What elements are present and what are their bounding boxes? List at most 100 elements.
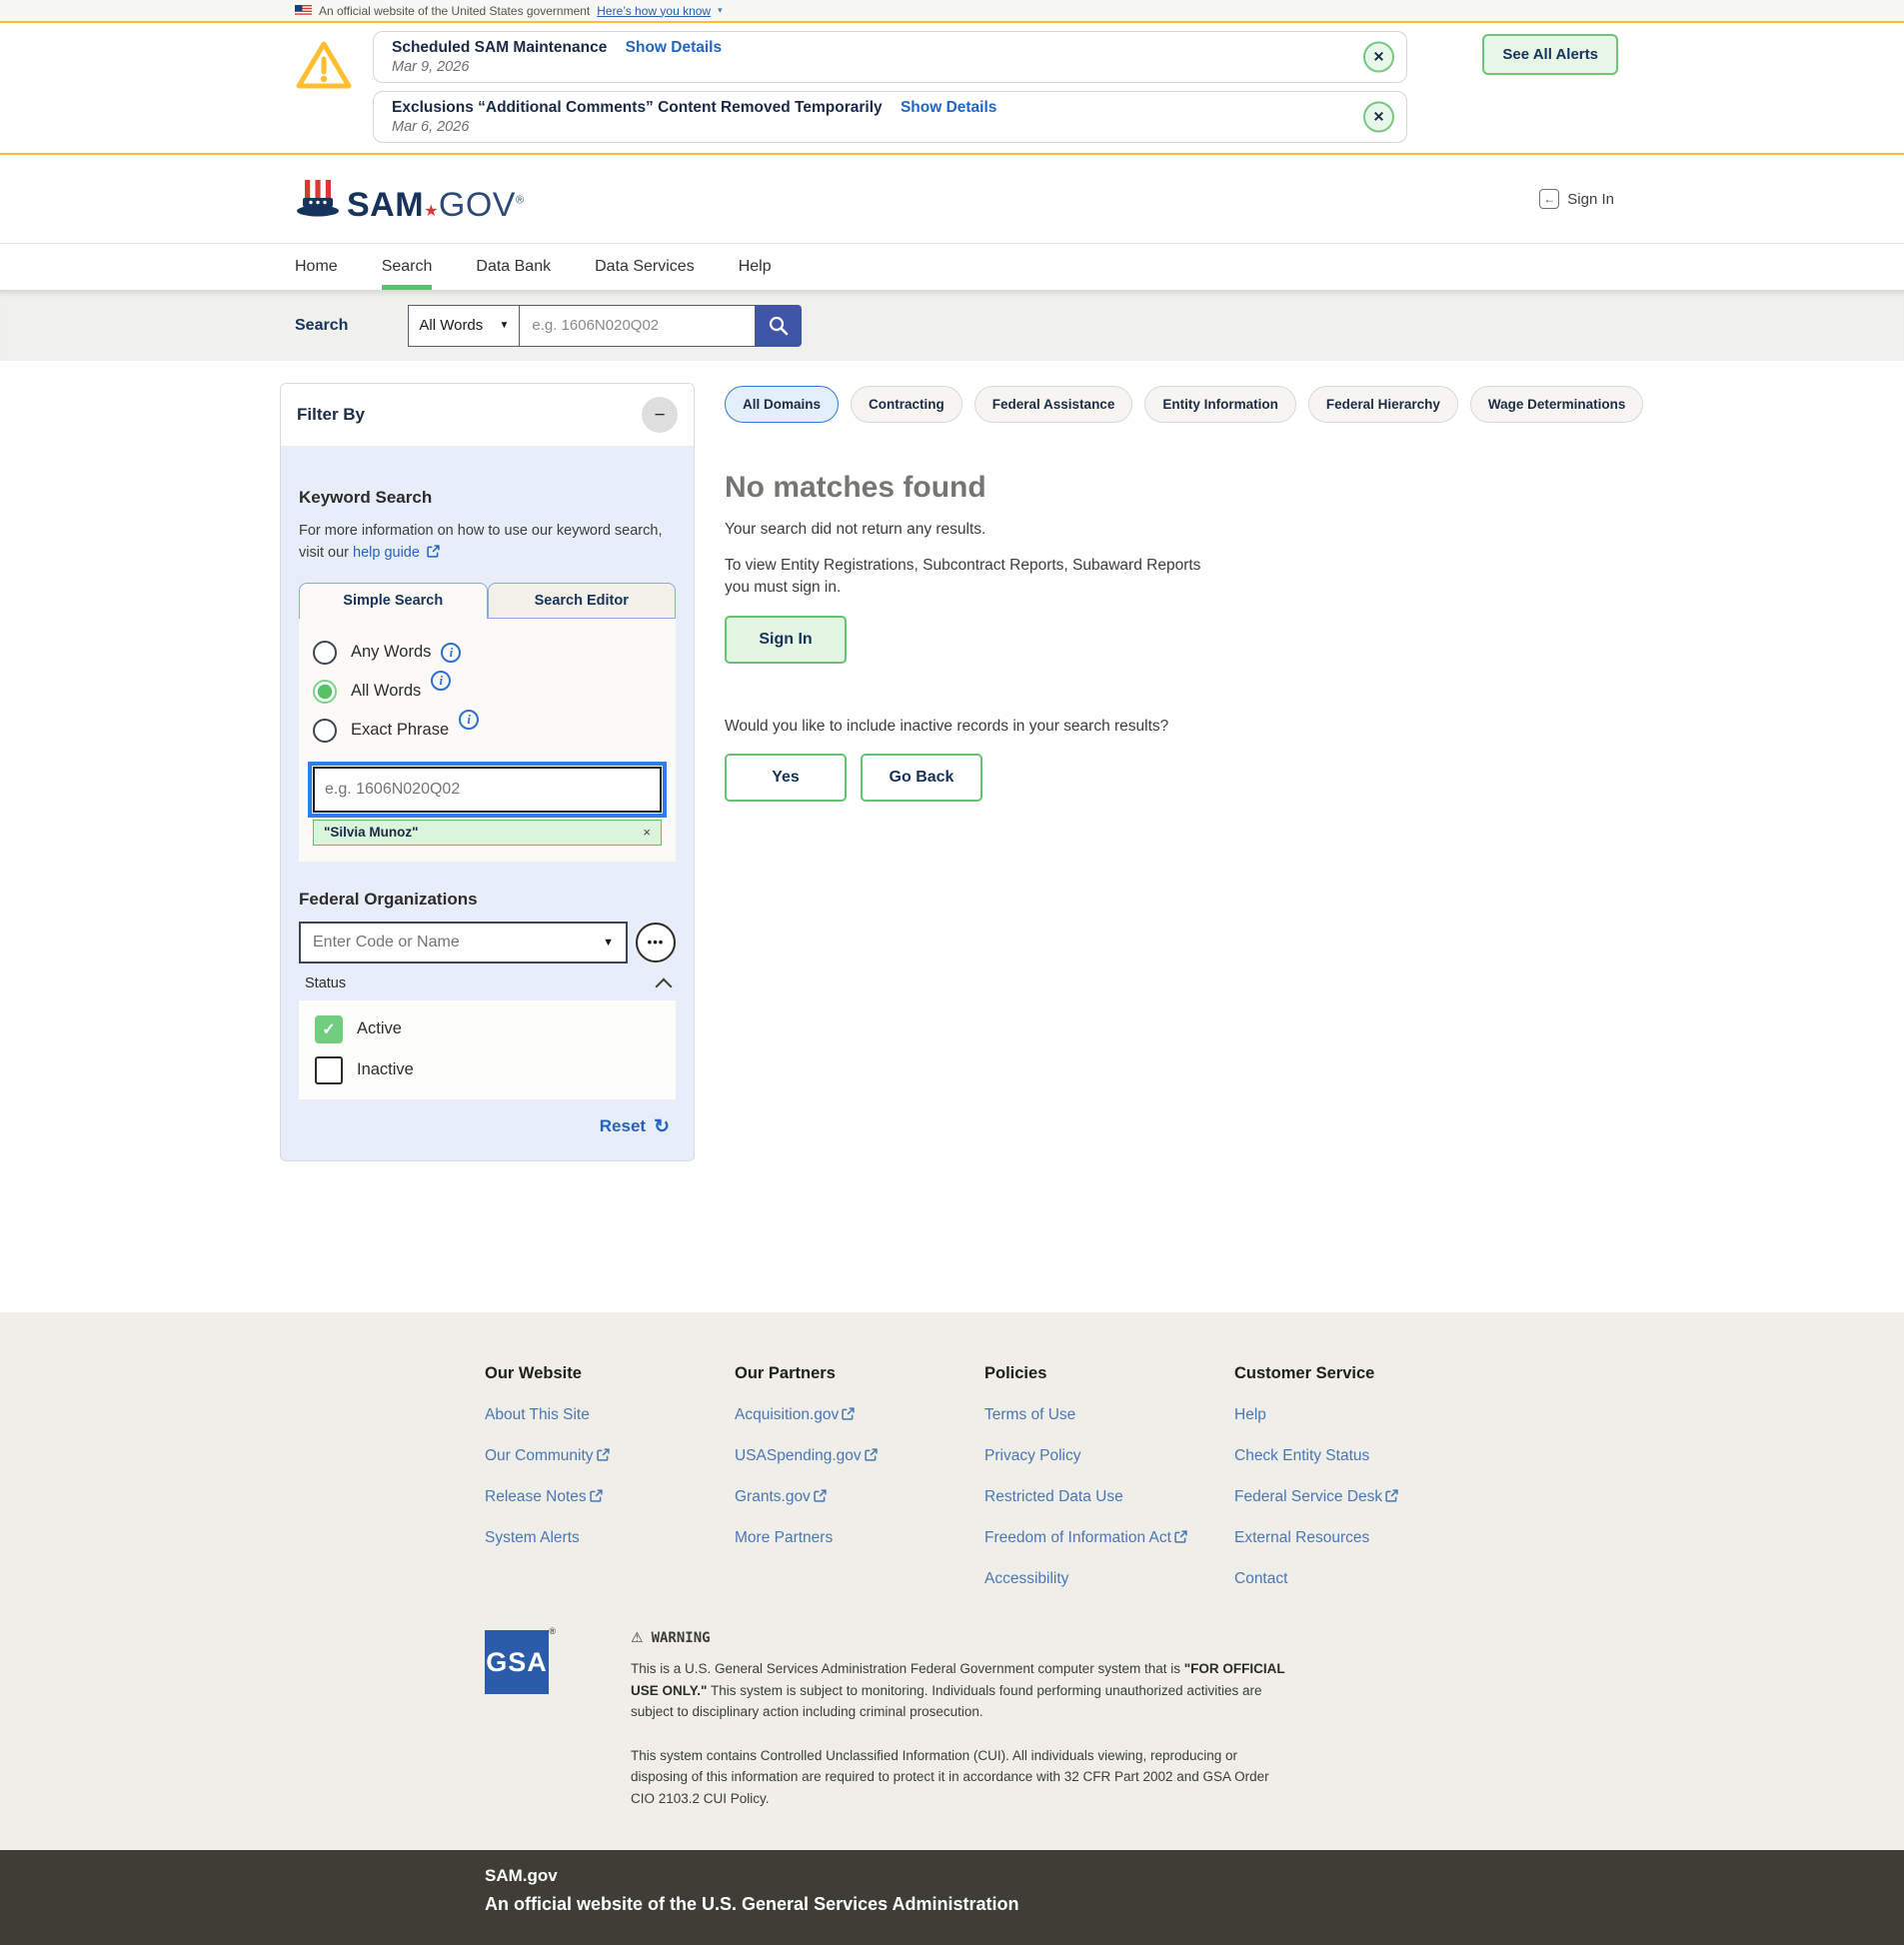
- domain-tab-wage-determinations[interactable]: Wage Determinations: [1469, 386, 1644, 423]
- footer-link-system-alerts[interactable]: System Alerts: [485, 1529, 735, 1547]
- brand-registered-mark: ®: [515, 194, 525, 207]
- yes-button[interactable]: Yes: [725, 753, 847, 802]
- close-icon: ✕: [1372, 108, 1385, 125]
- footer-link-restricted-data-use[interactable]: Restricted Data Use: [984, 1488, 1234, 1506]
- main-nav: Home Search Data Bank Data Services Help: [0, 243, 1904, 290]
- footer-link-about-this-site[interactable]: About This Site: [485, 1406, 735, 1424]
- footer-link-terms-of-use[interactable]: Terms of Use: [984, 1406, 1234, 1424]
- external-link-icon: [864, 1448, 878, 1461]
- domain-tab-federal-assistance[interactable]: Federal Assistance: [973, 386, 1133, 423]
- nav-item-home[interactable]: Home: [295, 244, 338, 290]
- keyword-search-input[interactable]: [308, 761, 667, 818]
- footer-heading: Our Website: [485, 1364, 582, 1382]
- see-all-alerts-button[interactable]: See All Alerts: [1482, 34, 1618, 75]
- results-area: All Domains Contracting Federal Assistan…: [725, 383, 1644, 802]
- reset-filters-link[interactable]: Reset: [600, 1116, 646, 1136]
- sign-in-label: Sign In: [1567, 190, 1614, 208]
- footer-link-accessibility[interactable]: Accessibility: [984, 1570, 1234, 1588]
- domain-tabs: All Domains Contracting Federal Assistan…: [725, 386, 1644, 423]
- sign-in-arrow-icon: ←: [1539, 189, 1560, 209]
- status-option-active[interactable]: ✓ Active: [315, 1014, 660, 1043]
- dropdown-arrow-icon[interactable]: ▼: [603, 937, 614, 949]
- top-search-input[interactable]: [520, 304, 757, 347]
- chevron-up-icon[interactable]: [655, 977, 673, 995]
- info-icon[interactable]: i: [459, 709, 480, 730]
- brand-gov: GOV: [438, 186, 516, 224]
- keyword-tag-text: "Silvia Munoz": [324, 825, 419, 841]
- go-back-button[interactable]: Go Back: [861, 753, 982, 802]
- footer-link-contact[interactable]: Contact: [1234, 1570, 1484, 1588]
- warning-block: ⚠ WARNING This is a U.S. General Services…: [631, 1630, 1285, 1810]
- more-options-button[interactable]: •••: [636, 922, 676, 963]
- federal-orgs-combobox[interactable]: ▼: [299, 921, 628, 964]
- federal-orgs-heading: Federal Organizations: [299, 889, 478, 909]
- radio-any-words[interactable]: [313, 640, 337, 665]
- nav-item-help[interactable]: Help: [739, 244, 772, 290]
- alert-dismiss-button[interactable]: ✕: [1363, 101, 1394, 133]
- include-inactive-question: Would you like to include inactive recor…: [725, 717, 1169, 735]
- domain-tab-entity-information[interactable]: Entity Information: [1144, 386, 1296, 423]
- help-guide-link[interactable]: help guide: [353, 545, 420, 561]
- footer-link-release-notes[interactable]: Release Notes: [485, 1488, 735, 1506]
- checkbox-active-checked[interactable]: ✓: [315, 1014, 343, 1043]
- gov-banner-text: An official website of the United States…: [319, 3, 591, 18]
- warning-paragraph-2: This system contains Controlled Unclassi…: [631, 1747, 1269, 1806]
- show-details-link[interactable]: Show Details: [626, 39, 722, 56]
- check-icon: ✓: [322, 1020, 336, 1038]
- info-icon[interactable]: i: [431, 670, 452, 691]
- warning-icon: ⚠: [631, 1630, 644, 1646]
- sign-in-button[interactable]: Sign In: [725, 615, 847, 664]
- sign-in-required-text: To view Entity Registrations, Subcontrac…: [725, 557, 1201, 597]
- nav-item-data-bank[interactable]: Data Bank: [476, 244, 551, 290]
- show-details-link[interactable]: Show Details: [901, 99, 996, 116]
- radio-exact-phrase[interactable]: [313, 718, 337, 743]
- footer-link-grants-gov[interactable]: Grants.gov: [735, 1488, 984, 1506]
- main-content: Filter By − Keyword Search For more info…: [0, 361, 1904, 1312]
- info-icon[interactable]: i: [441, 642, 462, 663]
- footer-link-more-partners[interactable]: More Partners: [735, 1529, 984, 1547]
- tab-simple-search[interactable]: Simple Search: [299, 582, 488, 619]
- how-you-know-link[interactable]: Here’s how you know: [597, 4, 711, 18]
- domain-tab-federal-hierarchy[interactable]: Federal Hierarchy: [1307, 386, 1458, 423]
- alert-date: Mar 9, 2026: [392, 59, 470, 75]
- footer-link-check-entity-status[interactable]: Check Entity Status: [1234, 1447, 1484, 1465]
- checkbox-inactive-unchecked[interactable]: [315, 1055, 343, 1084]
- alert-title: Exclusions “Additional Comments” Content…: [392, 99, 883, 116]
- federal-orgs-input[interactable]: [313, 933, 604, 952]
- tab-search-editor[interactable]: Search Editor: [487, 582, 676, 619]
- filter-panel: Filter By − Keyword Search For more info…: [280, 383, 695, 1161]
- alert-dismiss-button[interactable]: ✕: [1363, 41, 1394, 73]
- footer-link-help[interactable]: Help: [1234, 1406, 1484, 1424]
- footer-link-acquisition-gov[interactable]: Acquisition.gov: [735, 1406, 984, 1424]
- footer-column-our-partners: Our Partners Acquisition.gov USASpending…: [735, 1364, 984, 1588]
- footer-column-our-website: Our Website About This Site Our Communit…: [485, 1364, 735, 1588]
- collapse-filter-button[interactable]: −: [642, 397, 678, 433]
- warning-triangle-icon: [296, 41, 352, 89]
- footer-link-usaspending-gov[interactable]: USASpending.gov: [735, 1447, 984, 1465]
- no-results-text: Your search did not return any results.: [725, 521, 986, 538]
- bottom-site-name: SAM.gov: [485, 1865, 558, 1885]
- nav-item-search[interactable]: Search: [381, 244, 433, 290]
- radio-all-words-label: All Words: [351, 682, 422, 701]
- footer-link-privacy-policy[interactable]: Privacy Policy: [984, 1447, 1234, 1465]
- alert-item: Scheduled SAM Maintenance Show Details M…: [373, 31, 1407, 83]
- radio-all-words[interactable]: [313, 679, 337, 704]
- footer-link-foia[interactable]: Freedom of Information Act: [984, 1529, 1234, 1547]
- remove-tag-icon[interactable]: ×: [643, 825, 651, 840]
- domain-tab-contracting[interactable]: Contracting: [851, 386, 962, 423]
- alert-list: Scheduled SAM Maintenance Show Details M…: [373, 31, 1407, 143]
- no-matches-title: No matches found: [725, 471, 986, 504]
- footer-link-federal-service-desk[interactable]: Federal Service Desk: [1234, 1488, 1484, 1506]
- footer-link-our-community[interactable]: Our Community: [485, 1447, 735, 1465]
- alert-item: Exclusions “Additional Comments” Content…: [373, 91, 1407, 143]
- filter-by-title: Filter By: [297, 405, 366, 424]
- search-submit-button[interactable]: [756, 304, 803, 347]
- search-mode-select[interactable]: All Words ▼: [408, 304, 521, 347]
- footer-link-external-resources[interactable]: External Resources: [1234, 1529, 1484, 1547]
- header-sign-in-link[interactable]: ← Sign In: [1539, 189, 1614, 209]
- sam-gov-logo[interactable]: SAM★GOV®: [295, 176, 525, 222]
- reset-refresh-icon[interactable]: ↻: [654, 1115, 670, 1138]
- status-option-inactive[interactable]: Inactive: [315, 1055, 660, 1084]
- domain-tab-all-domains[interactable]: All Domains: [725, 386, 840, 423]
- nav-item-data-services[interactable]: Data Services: [595, 244, 695, 290]
